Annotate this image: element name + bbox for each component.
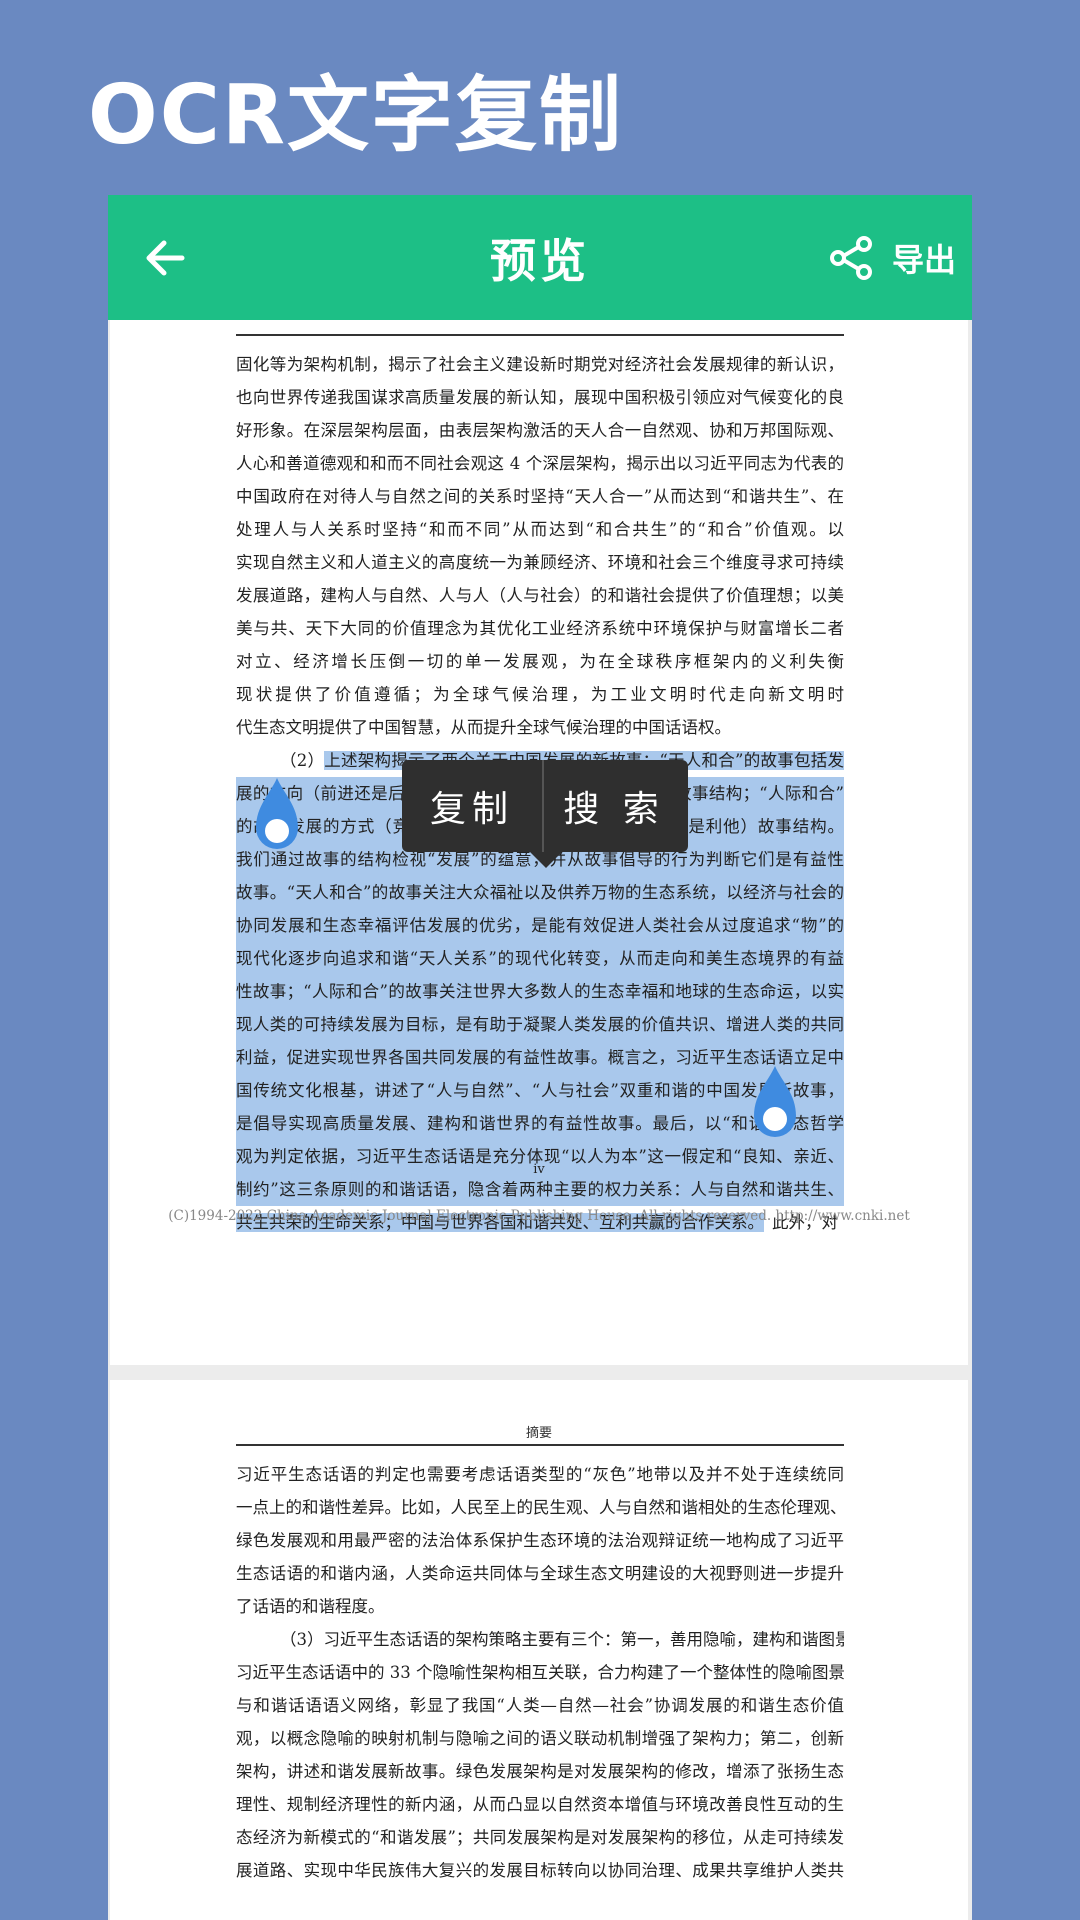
text-line: 实现自然主义和人道主义的高度统一为兼顾经济、环境和社会三个维度寻求可持续 (236, 553, 844, 572)
selected-text-line: 制约”这三条原则的和谐话语，隐含着两种主要的权力关系：人与自然和谐共生、 (236, 1173, 844, 1206)
text-line: 人心和善道德观和和而不同社会观这 4 个深层架构，揭示出以习近平同志为代表的 (236, 454, 844, 473)
text-line: 处理人与人关系时坚持“和而不同”从而达到“和合共生”的“和合”价值观。以 (236, 520, 844, 539)
para-number: （2） (280, 751, 325, 770)
text-line: 绿色发展观和用最严密的法治体系保护生态环境的法治观辩证统一地构成了习近平 (236, 1531, 844, 1550)
text-line: 生态话语的和谐内涵，人类命运共同体与全球生态文明建设的大视野则进一步提升 (236, 1564, 844, 1583)
paragraph-2-1: 习近平生态话语的判定也需要考虑话语类型的“灰色”地带以及并不处于连续统同 一点上… (236, 1458, 844, 1623)
selected-text-line: 现人类的可持续发展为目标，是有助于凝聚人类发展的价值共识、增进人类的共同 (236, 1008, 844, 1041)
paragraph-1: 固化等为架构机制，揭示了社会主义建设新时期党对经济社会发展规律的新认识， 也向世… (236, 348, 844, 744)
text-line: 观，以概念隐喻的映射机制与隐喻之间的语义联动机制增强了架构力；第二，创新 (236, 1729, 844, 1748)
selected-text-line: 现代化逐步向追求和谐“天人关系”的现代化转变，从而走向和美生态境界的有益 (236, 942, 844, 975)
text-line: 现状提供了价值遵循；为全球气候治理，为工业文明时代走向新文明时 (236, 685, 844, 704)
document-page-1[interactable]: 固化等为架构机制，揭示了社会主义建设新时期党对经济社会发展规律的新认识， 也向世… (110, 320, 968, 1365)
header-rule (236, 1444, 844, 1446)
paragraph-2-2: （3）习近平生态话语的架构策略主要有三个：第一，善用隐喻，建构和谐图景。 习近平… (236, 1623, 844, 1887)
share-icon[interactable] (828, 235, 874, 281)
text-line: 固化等为架构机制，揭示了社会主义建设新时期党对经济社会发展规律的新认识， (236, 355, 844, 374)
text-line: 美与共、天下大同的价值理念为其优化工业经济系统中环境保护与财富增长二者 (236, 619, 844, 638)
app-bar: 预览 导出 (108, 195, 972, 320)
page-footer: (C)1994-2022 China Academic Journal Elec… (168, 1208, 910, 1224)
phone-screen: 预览 导出 固化等为架构机制，揭示了社会主义建设新时期党对经济社会发展规律的新认… (108, 195, 972, 1920)
document-page-2[interactable]: 摘要 习近平生态话语的判定也需要考虑话语类型的“灰色”地带以及并不处于连续统同 … (110, 1380, 968, 1920)
text-line: 架构，讲述和谐发展新故事。绿色发展架构是对发展架构的修改，增添了张扬生态 (236, 1762, 844, 1781)
text-line: （3）习近平生态话语的架构策略主要有三个：第一，善用隐喻，建构和谐图景。 (280, 1630, 844, 1649)
text-line: 一点上的和谐性差异。比如，人民至上的民生观、人与自然和谐相处的生态伦理观、 (236, 1498, 844, 1517)
text-line: 态经济为新模式的“和谐发展”；共同发展架构是对发展架构的移位，从走可持续发 (236, 1828, 844, 1847)
copy-button[interactable]: 复制 (402, 760, 542, 852)
text-line: 理性、规制经济理性的新内涵，从而凸显以自然资本增值与环境改善良性互动的生 (236, 1795, 844, 1814)
text-line: 发展道路，建构人与自然、人与人（人与社会）的和谐社会提供了价值理想；以美 (236, 586, 844, 605)
popup-pointer (530, 852, 562, 868)
page-number: iv (533, 1162, 545, 1177)
text-line: 中国政府在对待人与自然之间的关系时坚持“天人合一”从而达到“和谐共生”、在 (236, 487, 844, 506)
search-button[interactable]: 搜 索 (544, 760, 684, 852)
selection-context-menu: 复制 搜 索 (402, 760, 688, 868)
text-line: 与和谐话语语义网络，彰显了我国“人类—自然—社会”协调发展的和谐生态价值 (236, 1696, 844, 1715)
selection-end-handle[interactable] (748, 1064, 802, 1148)
text-line: 习近平生态话语中的 33 个隐喻性架构相互关联，合力构建了一个整体性的隐喻图景 (236, 1663, 844, 1682)
text-line: 也向世界传递我国谋求高质量发展的新认知，展现中国积极引领应对气候变化的良 (236, 388, 844, 407)
running-header: 摘要 (525, 1426, 552, 1441)
selected-text-line: 协同发展和生态幸福评估发展的优劣，是能有效促进人类社会从过度追求“物”的 (236, 909, 844, 942)
text-line: 对立、经济增长压倒一切的单一发展观，为在全球秩序框架内的义利失衡 (236, 652, 844, 671)
text-line: 了话语的和谐程度。 (236, 1597, 385, 1616)
export-button[interactable]: 导出 (892, 235, 956, 281)
selected-text-line: 性故事；“人际和合”的故事关注世界大多数人的生态幸福和地球的生态命运，以实 (236, 975, 844, 1008)
selection-start-handle[interactable] (250, 776, 304, 860)
text-line: 习近平生态话语的判定也需要考虑话语类型的“灰色”地带以及并不处于连续统同 (236, 1465, 844, 1484)
text-line: 代生态文明提供了中国智慧，从而提升全球气候治理的中国话语权。 (236, 718, 731, 737)
promo-title: OCR文字复制 (88, 68, 624, 163)
header-rule (236, 334, 844, 336)
selected-text-line: 故事。“天人和合”的故事关注大众福祉以及供养万物的生态系统，以经济与社会的 (236, 876, 844, 909)
text-line: 展道路、实现中华民族伟大复兴的发展目标转向以协同治理、成果共享维护人类共 (236, 1861, 844, 1880)
text-line: 好形象。在深层架构层面，由表层架构激活的天人合一自然观、协和万邦国际观、 (236, 421, 844, 440)
